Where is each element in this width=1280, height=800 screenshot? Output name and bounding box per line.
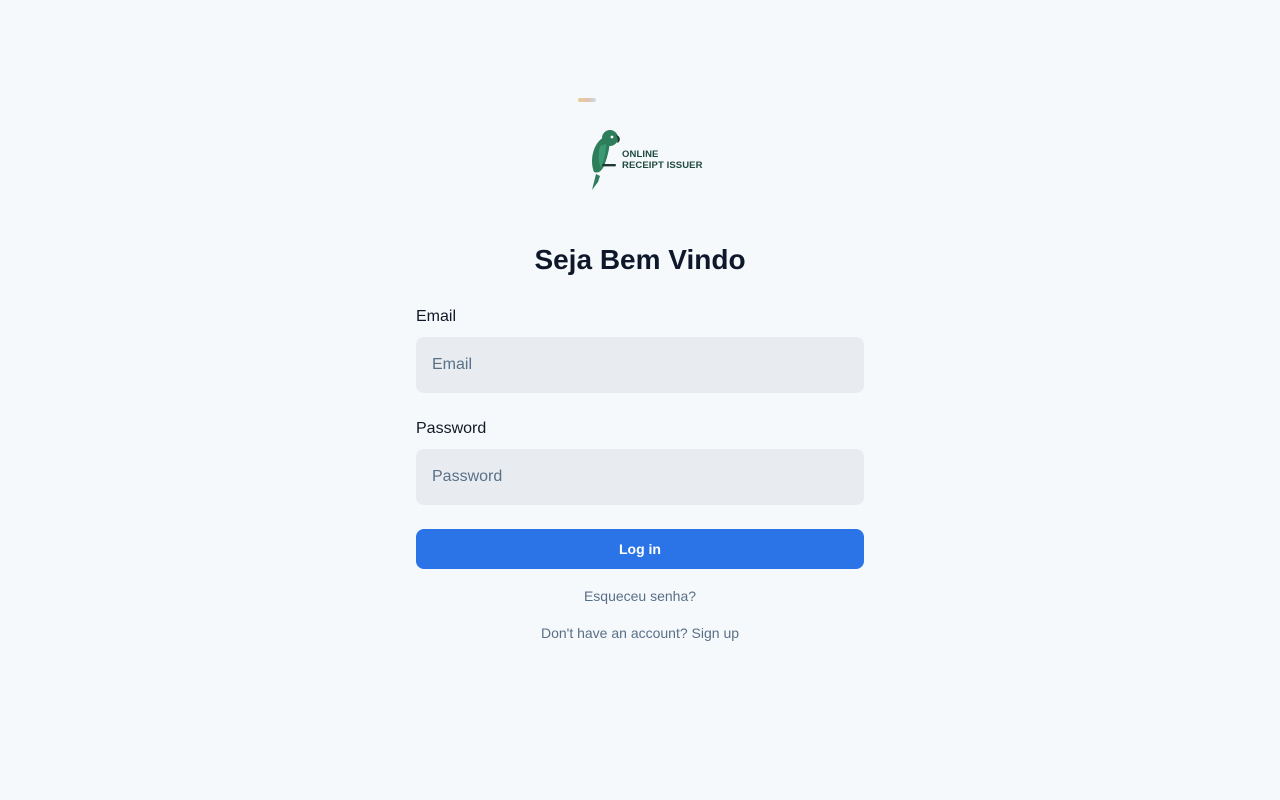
logo-line-1: ONLINE [622,149,659,160]
signup-prompt: Don't have an account? [540,625,692,641]
tiny-logo-mark [578,98,596,102]
forgot-password-link[interactable]: Esqueceu senha? [584,588,696,604]
brand-logo: ONLINE RECEIPT ISSUER [588,128,704,194]
password-input[interactable] [416,449,864,505]
signup-link[interactable]: Sign up [692,625,739,641]
login-form: Email Password Log in Esqueceu senha? Do… [416,306,864,642]
login-button[interactable]: Log in [416,529,864,569]
page-title: Seja Bem Vindo [534,244,746,275]
password-field-group: Password [416,418,864,505]
signup-row: Don't have an account? Sign up [416,624,864,642]
parrot-icon [592,130,620,190]
password-label: Password [416,420,487,437]
logo-wordmark: ONLINE RECEIPT ISSUER [622,149,703,171]
email-field-group: Email [416,306,864,393]
email-label: Email [416,308,457,325]
logo-line-2: RECEIPT ISSUER [622,160,703,171]
login-page: ONLINE RECEIPT ISSUER Seja Bem Vindo Ema… [0,0,1280,800]
email-input[interactable] [416,337,864,393]
forgot-password-row: Esqueceu senha? [416,587,864,605]
